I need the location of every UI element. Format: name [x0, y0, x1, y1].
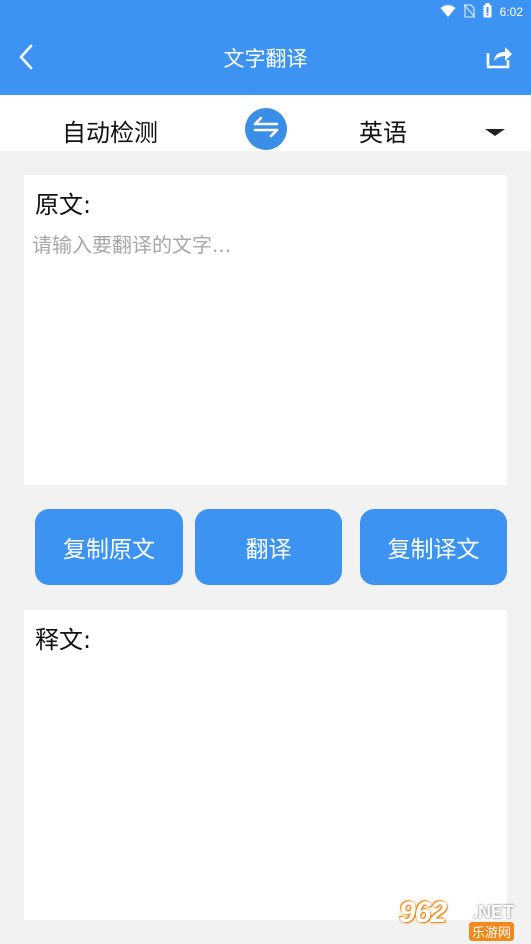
source-text-panel: 原文:	[24, 175, 507, 485]
source-language-selector[interactable]: 自动检测	[62, 113, 158, 148]
translate-button[interactable]: 翻译	[195, 509, 342, 585]
share-icon	[485, 44, 513, 74]
wifi-icon	[440, 4, 456, 21]
caret-down-icon[interactable]	[485, 129, 505, 136]
status-icons: 6:02	[440, 3, 523, 21]
watermark-suffix: .NET	[473, 902, 515, 922]
status-bar: 6:02	[0, 0, 531, 24]
swap-language-button[interactable]	[245, 108, 287, 150]
source-text-input[interactable]	[32, 229, 497, 469]
no-sim-icon	[463, 3, 476, 21]
result-text-panel: 释文:	[24, 610, 507, 920]
battery-icon	[483, 3, 492, 21]
watermark-logo: 962 .NET 乐游网	[397, 896, 525, 941]
language-bar: 自动检测 英语	[0, 95, 531, 151]
result-label: 释文:	[35, 626, 92, 654]
watermark-site: 乐游网	[469, 922, 515, 941]
target-language-selector[interactable]: 英语	[359, 113, 407, 148]
watermark-number: 962	[399, 896, 447, 929]
share-button[interactable]	[481, 41, 517, 77]
swap-arrows-icon	[252, 116, 280, 142]
page-title: 文字翻译	[223, 47, 308, 71]
copy-result-button[interactable]: 复制译文	[360, 509, 507, 585]
app-bar: 文字翻译	[0, 24, 531, 95]
source-label: 原文:	[35, 191, 92, 219]
status-time: 6:02	[499, 5, 523, 19]
copy-source-button[interactable]: 复制原文	[35, 509, 183, 585]
